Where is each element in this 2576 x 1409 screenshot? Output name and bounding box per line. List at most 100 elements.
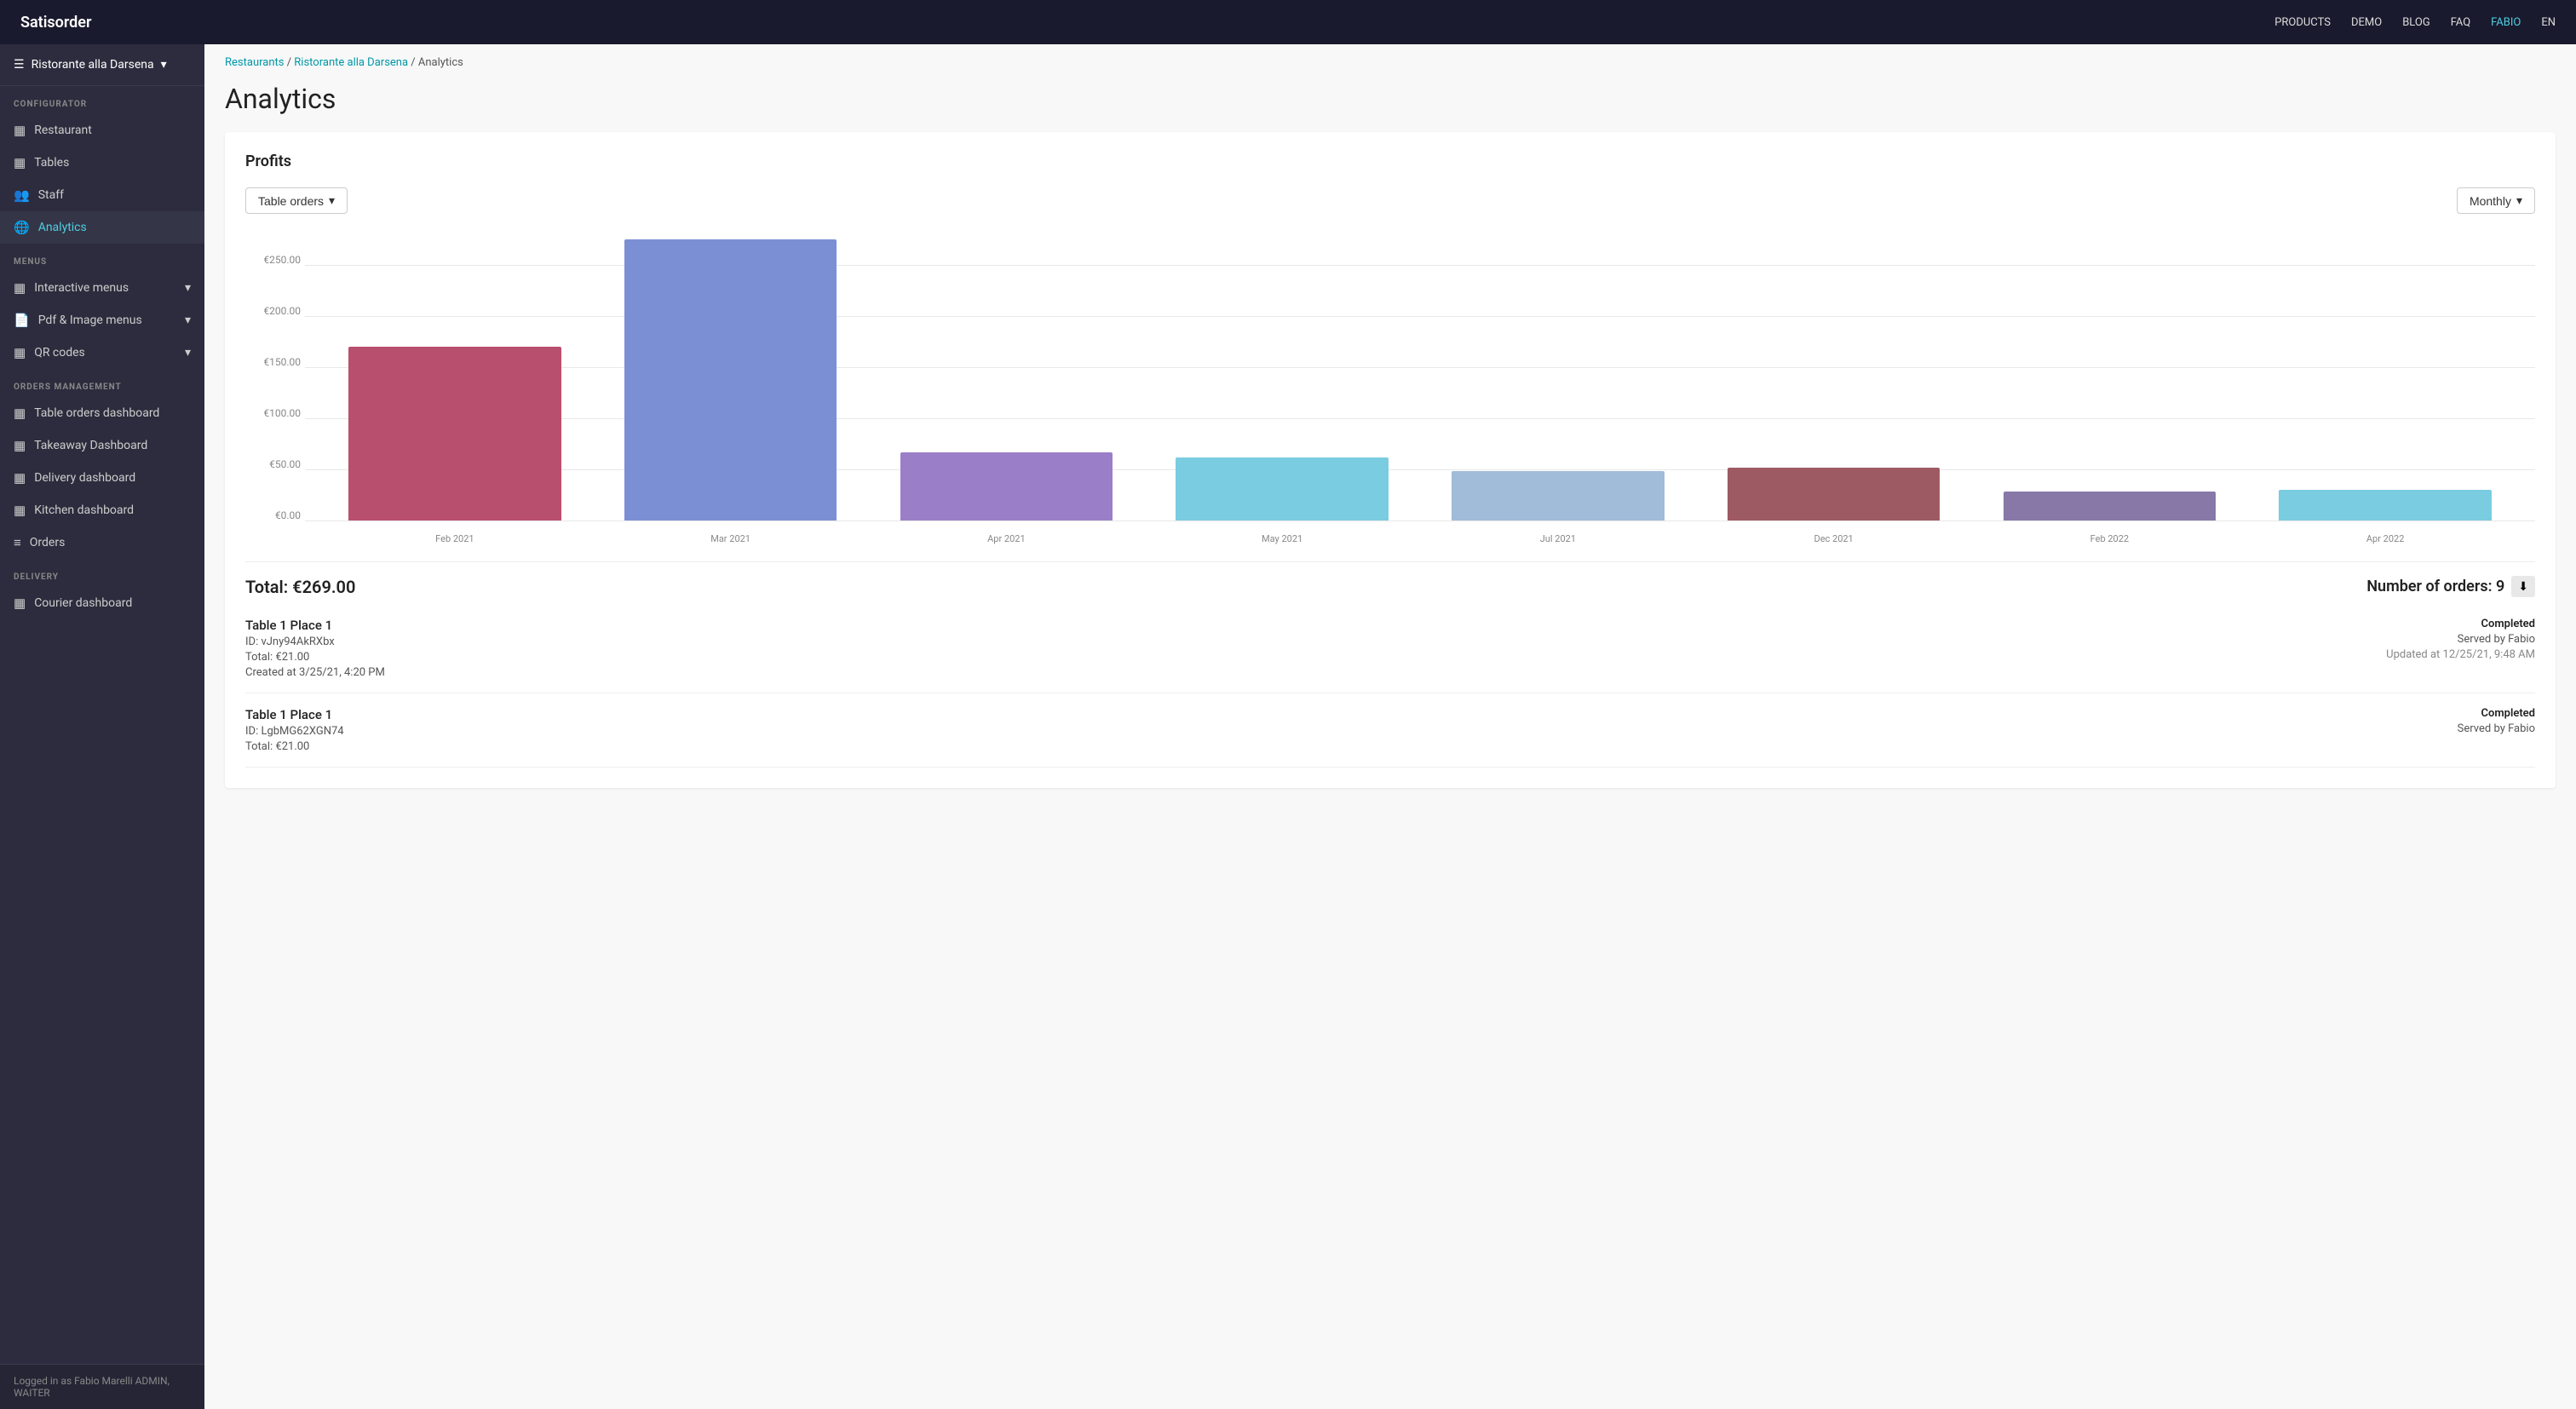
order-item: Table 1 Place 1ID: LgbMG62XGN74Total: €2…	[245, 693, 2535, 768]
table-orders-filter[interactable]: Table orders ▾	[245, 187, 348, 214]
chart-bars: Feb 2021Mar 2021Apr 2021May 2021Jul 2021…	[305, 239, 2535, 520]
sidebar-item-staff[interactable]: 👥 Staff	[0, 179, 204, 211]
sidebar: ☰ Ristorante alla Darsena ▾ CONFIGURATOR…	[0, 44, 204, 1409]
sidebar-item-label: Kitchen dashboard	[34, 503, 134, 517]
nav-demo[interactable]: DEMO	[2351, 16, 2382, 29]
order-id: ID: vJny94AkRXbx	[245, 635, 385, 648]
bar-group: Jul 2021	[1425, 239, 1691, 520]
profits-card: Profits Table orders ▾ Monthly ▾ €250.00…	[225, 132, 2556, 788]
y-axis-label: €50.00	[250, 458, 301, 470]
sidebar-item-takeaway[interactable]: ▦ Takeaway Dashboard	[0, 429, 204, 462]
sidebar-item-label: Takeaway Dashboard	[34, 439, 147, 452]
restaurant-icon: ▦	[14, 123, 26, 138]
y-axis-label: €250.00	[250, 254, 301, 266]
bar-group: Apr 2022	[2252, 239, 2518, 520]
bar-x-label: May 2021	[1262, 533, 1302, 544]
bar-group: Mar 2021	[598, 239, 864, 520]
analytics-icon: 🌐	[14, 220, 30, 235]
menus-section-label: MENUS	[0, 244, 204, 272]
sidebar-item-interactive-menus[interactable]: ▦ Interactive menus ▾	[0, 272, 204, 304]
orders-icon: ≡	[14, 535, 21, 550]
hamburger-icon: ☰	[14, 58, 25, 72]
breadcrumb-restaurants[interactable]: Restaurants	[225, 56, 284, 69]
sidebar-restaurant-name: Ristorante alla Darsena	[32, 58, 154, 72]
order-server: Served by Fabio	[2458, 633, 2535, 646]
y-axis-label: €0.00	[250, 509, 301, 521]
sidebar-item-qr-codes[interactable]: ▦ QR codes ▾	[0, 336, 204, 369]
nav-blog[interactable]: BLOG	[2402, 16, 2430, 29]
sidebar-item-courier[interactable]: ▦ Courier dashboard	[0, 587, 204, 619]
breadcrumb-restaurant[interactable]: Ristorante alla Darsena	[294, 56, 408, 69]
takeaway-icon: ▦	[14, 438, 26, 453]
sidebar-item-kitchen[interactable]: ▦ Kitchen dashboard	[0, 494, 204, 526]
export-button[interactable]: ⬇	[2511, 576, 2535, 597]
order-status: Completed	[2481, 618, 2535, 630]
sidebar-item-restaurant[interactable]: ▦ Restaurant	[0, 114, 204, 147]
brand[interactable]: Satisorder	[20, 14, 91, 32]
summary-row: Total: €269.00 Number of orders: 9 ⬇	[245, 561, 2535, 604]
nav-faq[interactable]: FAQ	[2451, 16, 2470, 29]
sidebar-item-orders[interactable]: ≡ Orders	[0, 526, 204, 559]
qr-codes-icon: ▦	[14, 345, 26, 360]
bar-x-label: Dec 2021	[1814, 533, 1853, 544]
bar-x-label: Apr 2021	[987, 533, 1026, 544]
sidebar-item-label: Pdf & Image menus	[38, 313, 142, 327]
sidebar-item-label: Table orders dashboard	[34, 406, 159, 420]
sidebar-item-table-orders[interactable]: ▦ Table orders dashboard	[0, 397, 204, 429]
chevron-icon: ▾	[185, 313, 191, 327]
orders-section-label: ORDERS MANAGEMENT	[0, 369, 204, 397]
sidebar-item-label: Courier dashboard	[34, 596, 132, 610]
y-axis-label: €200.00	[250, 305, 301, 317]
nav-user[interactable]: FABIO	[2491, 16, 2521, 29]
summary-orders: Number of orders: 9 ⬇	[2366, 576, 2535, 597]
chevron-icon: ▾	[185, 281, 191, 295]
sidebar-item-label: Delivery dashboard	[34, 471, 135, 485]
sidebar-item-tables[interactable]: ▦ Tables	[0, 147, 204, 179]
topnav: Satisorder PRODUCTS DEMO BLOG FAQ FABIO …	[0, 0, 2576, 44]
bar: Apr 2022	[2279, 490, 2491, 520]
bar: Jul 2021	[1452, 471, 1664, 520]
sidebar-item-label: Tables	[34, 156, 69, 170]
delivery-icon: ▦	[14, 470, 26, 486]
tables-icon: ▦	[14, 155, 26, 170]
sidebar-item-label: Restaurant	[34, 124, 92, 137]
bar-x-label: Feb 2021	[435, 533, 474, 544]
sidebar-item-label: Orders	[30, 536, 66, 549]
bar-x-label: Feb 2022	[2090, 533, 2129, 544]
breadcrumb: Restaurants / Ristorante alla Darsena / …	[204, 44, 2576, 76]
sidebar-item-pdf-menus[interactable]: 📄 Pdf & Image menus ▾	[0, 304, 204, 336]
y-axis-label: €150.00	[250, 356, 301, 368]
filter-label: Table orders	[258, 194, 324, 208]
staff-icon: 👥	[14, 187, 30, 203]
chevron-down-icon: ▾	[329, 193, 335, 208]
bar-x-label: Jul 2021	[1540, 533, 1576, 544]
chart-controls: Table orders ▾ Monthly ▾	[245, 187, 2535, 214]
order-total: Total: €21.00	[245, 740, 344, 753]
order-name: Table 1 Place 1	[245, 707, 344, 722]
order-total: Total: €21.00	[245, 651, 385, 664]
bar-group: Apr 2021	[874, 239, 1140, 520]
chevron-down-icon: ▾	[161, 58, 167, 72]
sidebar-restaurant[interactable]: ☰ Ristorante alla Darsena ▾	[0, 44, 204, 86]
summary-total: Total: €269.00	[245, 577, 355, 597]
orders-list: Table 1 Place 1 ID: vJny94AkRXbx Total: €2…	[245, 604, 2535, 768]
layout: ☰ Ristorante alla Darsena ▾ CONFIGURATOR…	[0, 44, 2576, 1409]
sidebar-item-analytics[interactable]: 🌐 Analytics	[0, 211, 204, 244]
period-filter[interactable]: Monthly ▾	[2457, 187, 2535, 214]
chevron-icon: ▾	[185, 346, 191, 359]
bar: Mar 2021	[624, 239, 837, 520]
nav-lang[interactable]: EN	[2541, 16, 2556, 29]
nav-products[interactable]: PRODUCTS	[2274, 16, 2331, 29]
sidebar-footer: Logged in as Fabio Marelli ADMIN, WAITER	[0, 1364, 204, 1409]
table-orders-icon: ▦	[14, 405, 26, 421]
kitchen-icon: ▦	[14, 503, 26, 518]
delivery-section-label: DELIVERY	[0, 559, 204, 587]
sidebar-item-delivery[interactable]: ▦ Delivery dashboard	[0, 462, 204, 494]
order-updated: Updated at 12/25/21, 9:48 AM	[2386, 648, 2535, 661]
courier-icon: ▦	[14, 595, 26, 611]
bar: Apr 2021	[900, 452, 1113, 520]
bar-x-label: Mar 2021	[710, 533, 750, 544]
chart-grid-line: €0.00	[305, 520, 2535, 521]
order-created: Created at 3/25/21, 4:20 PM	[245, 666, 385, 679]
chart-area: €250.00€200.00€150.00€100.00€50.00€0.00 …	[245, 231, 2535, 555]
